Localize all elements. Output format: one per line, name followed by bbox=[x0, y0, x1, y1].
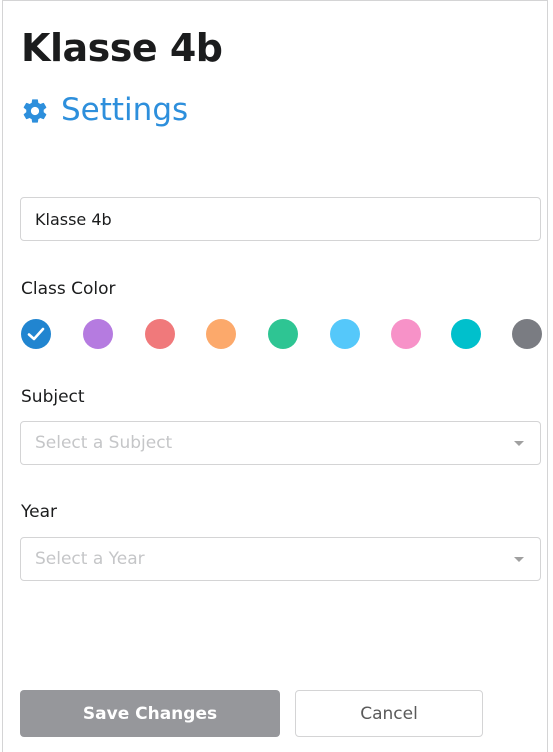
gear-icon bbox=[21, 97, 49, 125]
dropdown-caret-icon bbox=[514, 440, 524, 446]
settings-heading-label: Settings bbox=[61, 92, 189, 128]
page-title: Klasse 4b bbox=[21, 26, 223, 70]
settings-panel: Klasse 4b Settings Class Color Subject S… bbox=[2, 0, 548, 752]
color-swatch-blue[interactable] bbox=[21, 319, 51, 349]
cancel-button[interactable]: Cancel bbox=[295, 690, 483, 737]
color-swatch-teal[interactable] bbox=[451, 319, 481, 349]
save-changes-button[interactable]: Save Changes bbox=[20, 690, 280, 737]
year-select-placeholder: Select a Year bbox=[35, 549, 145, 569]
color-swatch-grey[interactable] bbox=[512, 319, 542, 349]
subject-select[interactable]: Select a Subject bbox=[20, 421, 541, 465]
class-color-label: Class Color bbox=[21, 279, 116, 299]
dropdown-caret-icon bbox=[514, 556, 524, 562]
checkmark-icon bbox=[27, 327, 45, 341]
class-name-input[interactable] bbox=[20, 197, 541, 241]
class-color-picker bbox=[21, 319, 543, 349]
color-swatch-green[interactable] bbox=[268, 319, 298, 349]
year-select[interactable]: Select a Year bbox=[20, 537, 541, 581]
color-swatch-light-blue[interactable] bbox=[330, 319, 360, 349]
color-swatch-pink[interactable] bbox=[391, 319, 421, 349]
settings-heading: Settings bbox=[21, 95, 188, 126]
color-swatch-purple[interactable] bbox=[83, 319, 113, 349]
color-swatch-orange[interactable] bbox=[206, 319, 236, 349]
year-label: Year bbox=[21, 502, 57, 522]
subject-select-placeholder: Select a Subject bbox=[35, 433, 173, 453]
subject-label: Subject bbox=[21, 387, 85, 407]
color-swatch-red[interactable] bbox=[145, 319, 175, 349]
